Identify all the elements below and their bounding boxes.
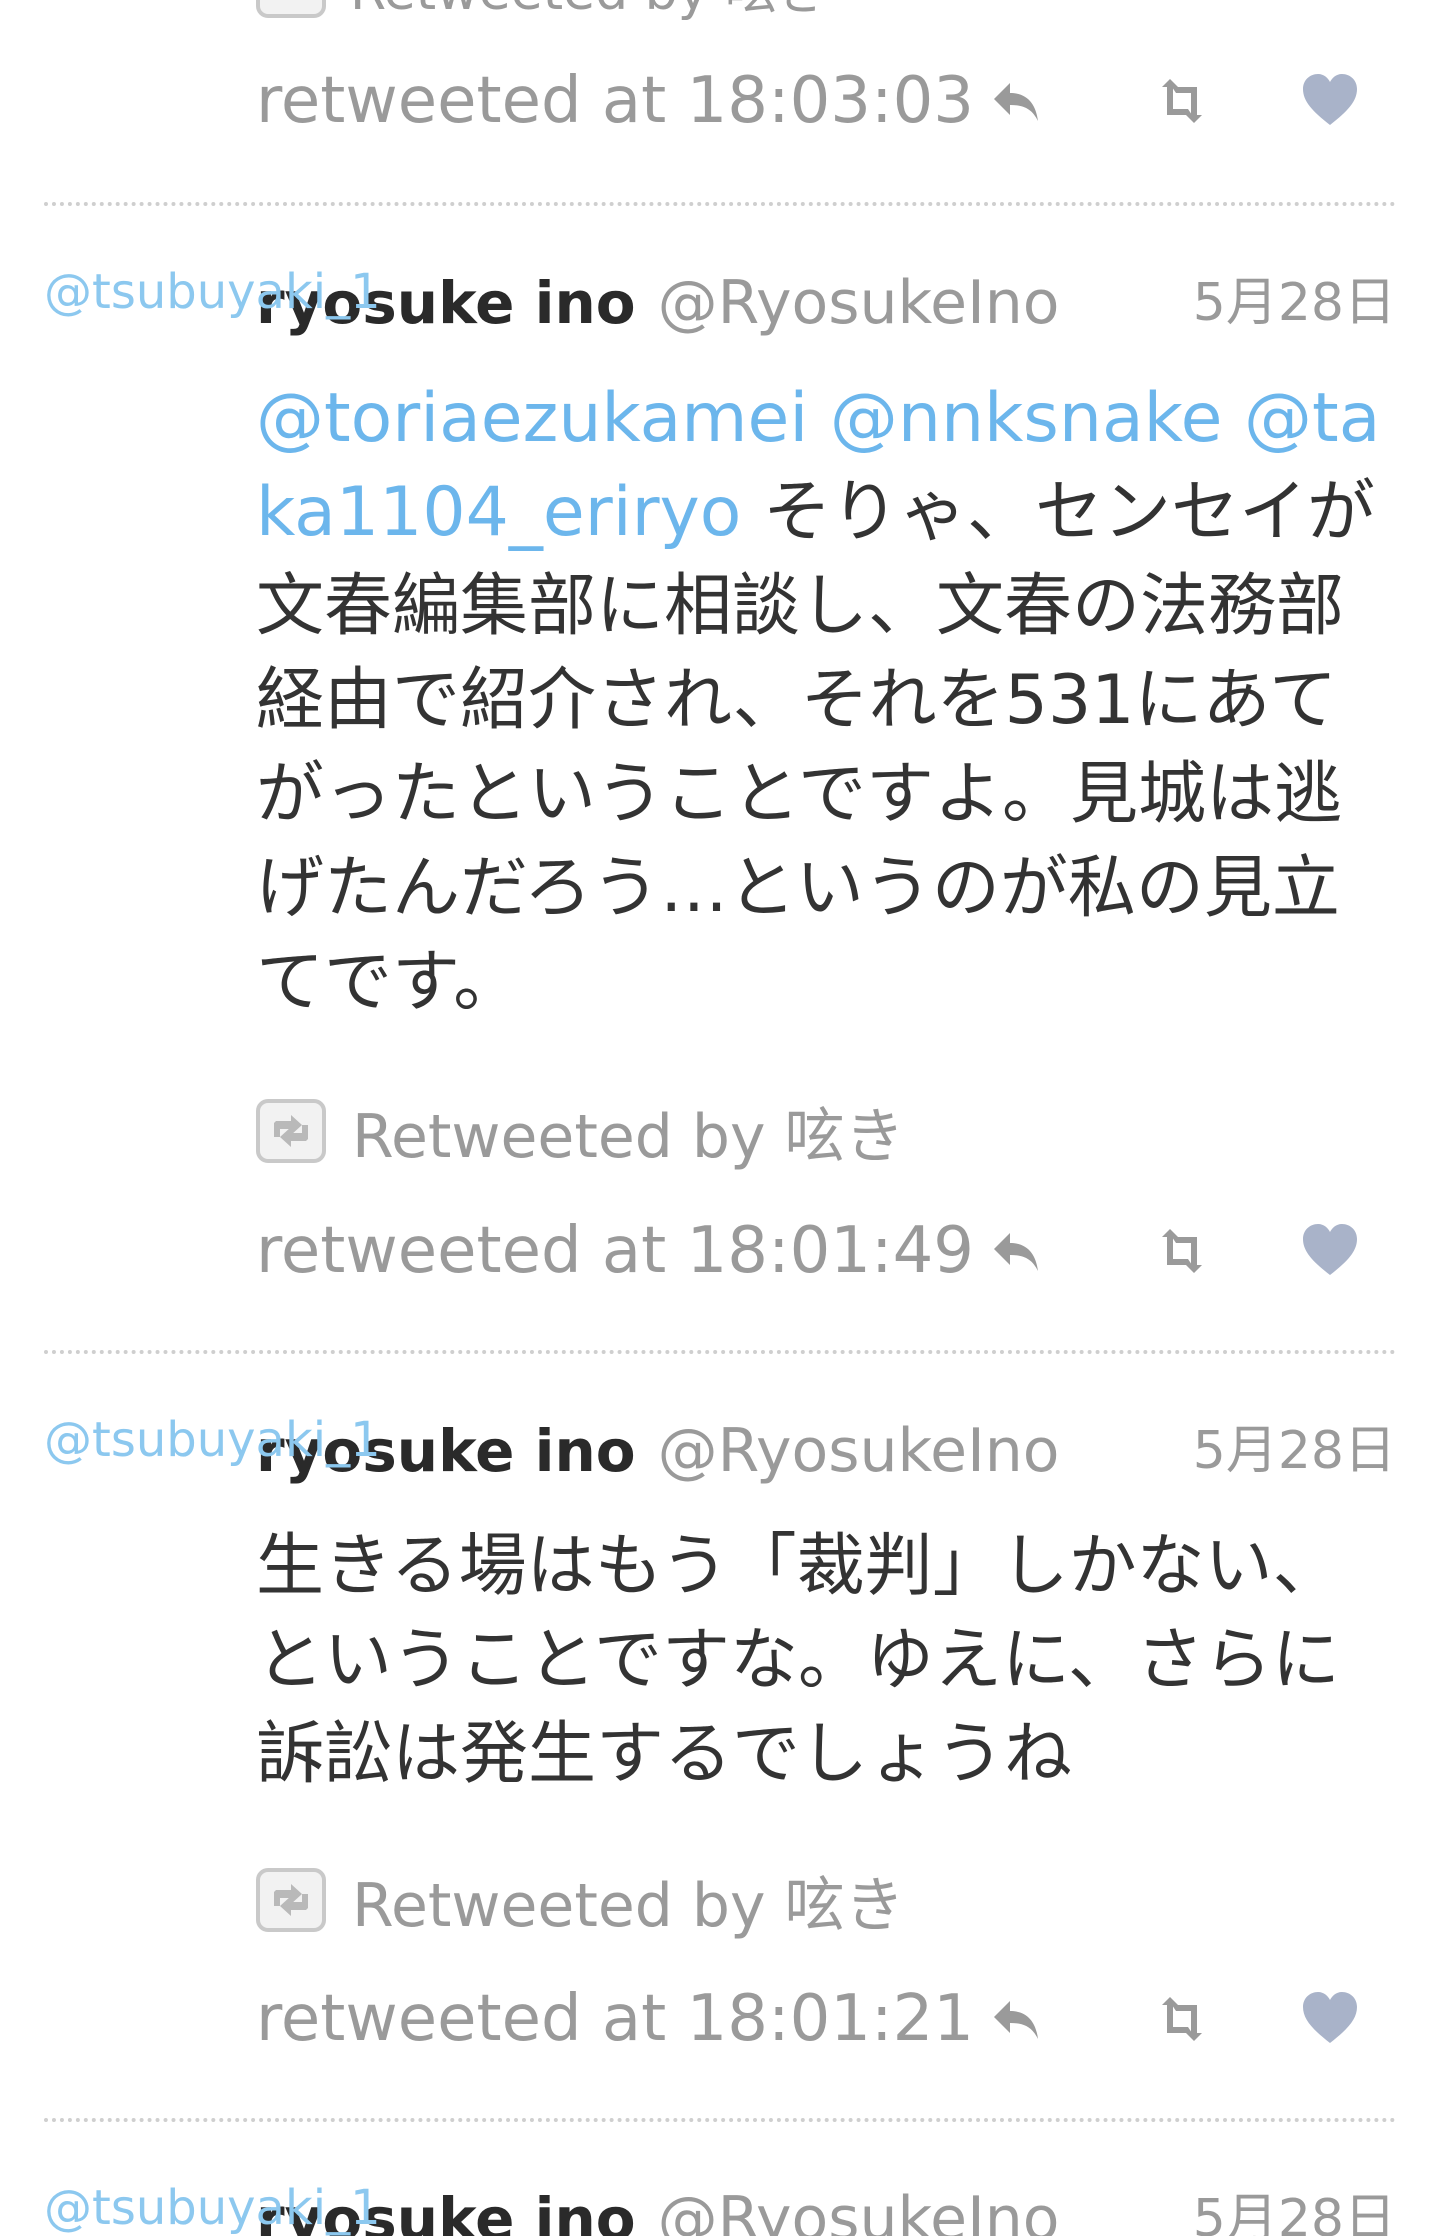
tweet[interactable]: @tsubuyaki_1 ryosuke ino @RyosukeIno 5月28… [0, 2146, 1440, 2236]
tweet-action-row: retweeted at 18:03:03 [256, 56, 1396, 146]
reply-icon[interactable] [988, 1989, 1048, 2049]
account-tag[interactable]: @tsubuyaki_1 [44, 1412, 381, 1468]
retweet-icon[interactable] [1152, 71, 1212, 131]
tweet-divider [44, 2118, 1396, 2122]
retweeted-at-label: retweeted at 18:03:03 [256, 64, 974, 138]
retweeted-at-label: retweeted at 18:01:21 [256, 1982, 974, 2056]
account-tag[interactable]: @tsubuyaki_1 [44, 264, 381, 320]
reply-icon[interactable] [988, 1221, 1048, 1281]
heart-icon[interactable] [1300, 1989, 1360, 2049]
tweet-text: @toriaezukamei @nnksnake @taka1104_eriry… [256, 372, 1396, 1030]
tweet-text-body: そりゃ、センセイが文春編集部に相談し、文春の法務部経由で紹介され、それを531に… [256, 473, 1376, 1022]
tweet-text-body: 生きる場はもう「裁判」しかない、ということですな。ゆえに、さらに訴訟は発生するで… [256, 1527, 1341, 1794]
tweet[interactable]: @tsubuyaki_1 ryosuke ino @RyosukeIno 5月28… [0, 230, 1440, 1345]
tweet-date: 5月28日 [1192, 2189, 1396, 2236]
tweet-text: 生きる場はもう「裁判」しかない、ということですな。ゆえに、さらに訴訟は発生するで… [256, 1520, 1396, 1802]
retweeted-by-label: Retweeted by 呟き [352, 1870, 905, 1941]
tweet-divider [44, 1350, 1396, 1354]
reply-icon[interactable] [988, 71, 1048, 131]
retweeted-at-label: retweeted at 18:01:49 [256, 1214, 974, 1288]
mention-link[interactable]: @toriaezukamei [256, 379, 808, 458]
retweet-icon[interactable] [1152, 1221, 1212, 1281]
retweeted-by-row: Retweeted by 呟き [256, 1091, 905, 1172]
tweet-date: 5月28日 [1192, 273, 1396, 333]
screen-name[interactable]: @RyosukeIno [658, 268, 1060, 338]
retweeted-by-row: Retweeted by 呟き [256, 0, 829, 22]
retweeted-by-label: Retweeted by 呟き [350, 0, 829, 24]
tweet-action-row: retweeted at 18:01:49 [256, 1206, 1396, 1296]
tweet-action-row: retweeted at 18:01:21 [256, 1974, 1396, 2064]
retweet-badge-icon [256, 1868, 326, 1932]
tweet-partial-top[interactable]: Retweeted by 呟き retweeted at 18:03:03 [0, 0, 1440, 205]
retweet-icon[interactable] [1152, 1989, 1212, 2049]
tweet-divider [44, 202, 1396, 206]
screen-name[interactable]: @RyosukeIno [658, 1416, 1060, 1486]
account-tag[interactable]: @tsubuyaki_1 [44, 2180, 381, 2236]
heart-icon[interactable] [1300, 1221, 1360, 1281]
heart-icon[interactable] [1300, 71, 1360, 131]
tweet[interactable]: @tsubuyaki_1 ryosuke ino @RyosukeIno 5月28… [0, 1378, 1440, 2108]
mention-link[interactable]: @nnksnake [830, 379, 1223, 458]
timeline: Retweeted by 呟き retweeted at 18:03:03 @t… [0, 0, 1440, 2236]
retweet-badge-icon [256, 0, 326, 18]
tweet-date: 5月28日 [1192, 1421, 1396, 1481]
screen-name[interactable]: @RyosukeIno [658, 2184, 1060, 2236]
retweeted-by-label: Retweeted by 呟き [352, 1101, 905, 1172]
retweet-badge-icon [256, 1099, 326, 1163]
retweeted-by-row: Retweeted by 呟き [256, 1860, 905, 1941]
